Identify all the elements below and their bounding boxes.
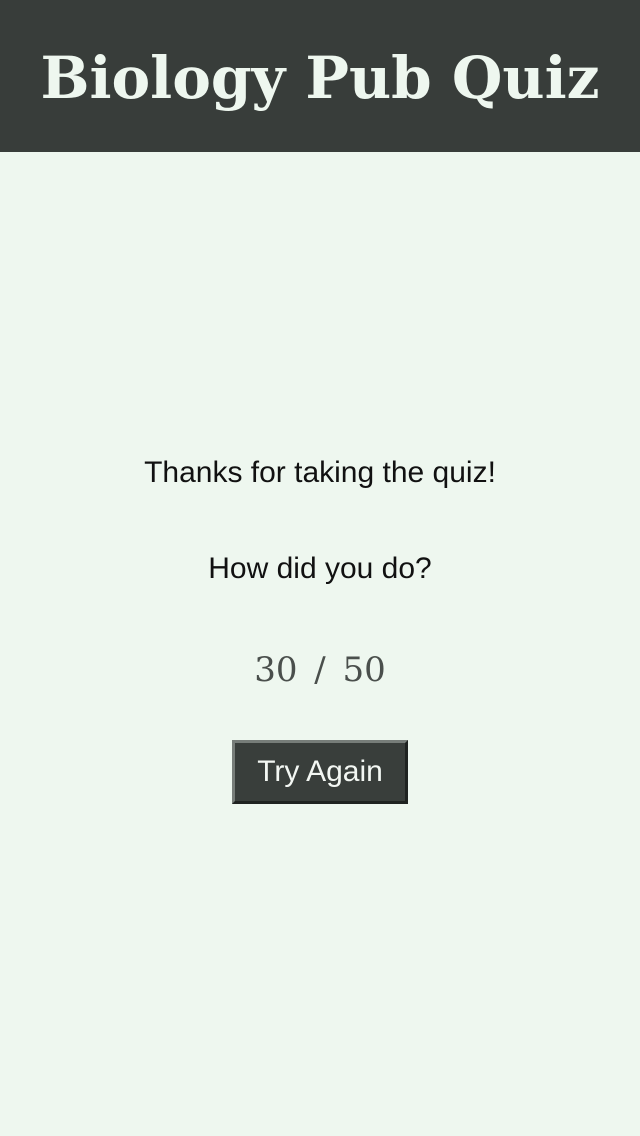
- results-panel: Thanks for taking the quiz! How did you …: [0, 0, 640, 1136]
- score-separator: /: [314, 650, 326, 690]
- performance-prompt: How did you do?: [208, 552, 432, 585]
- try-again-button[interactable]: Try Again: [232, 740, 408, 804]
- score-total: 50: [342, 650, 386, 690]
- score-display: 30 / 50: [0, 648, 640, 692]
- score-correct: 30: [254, 650, 298, 690]
- thanks-message: Thanks for taking the quiz!: [144, 456, 496, 489]
